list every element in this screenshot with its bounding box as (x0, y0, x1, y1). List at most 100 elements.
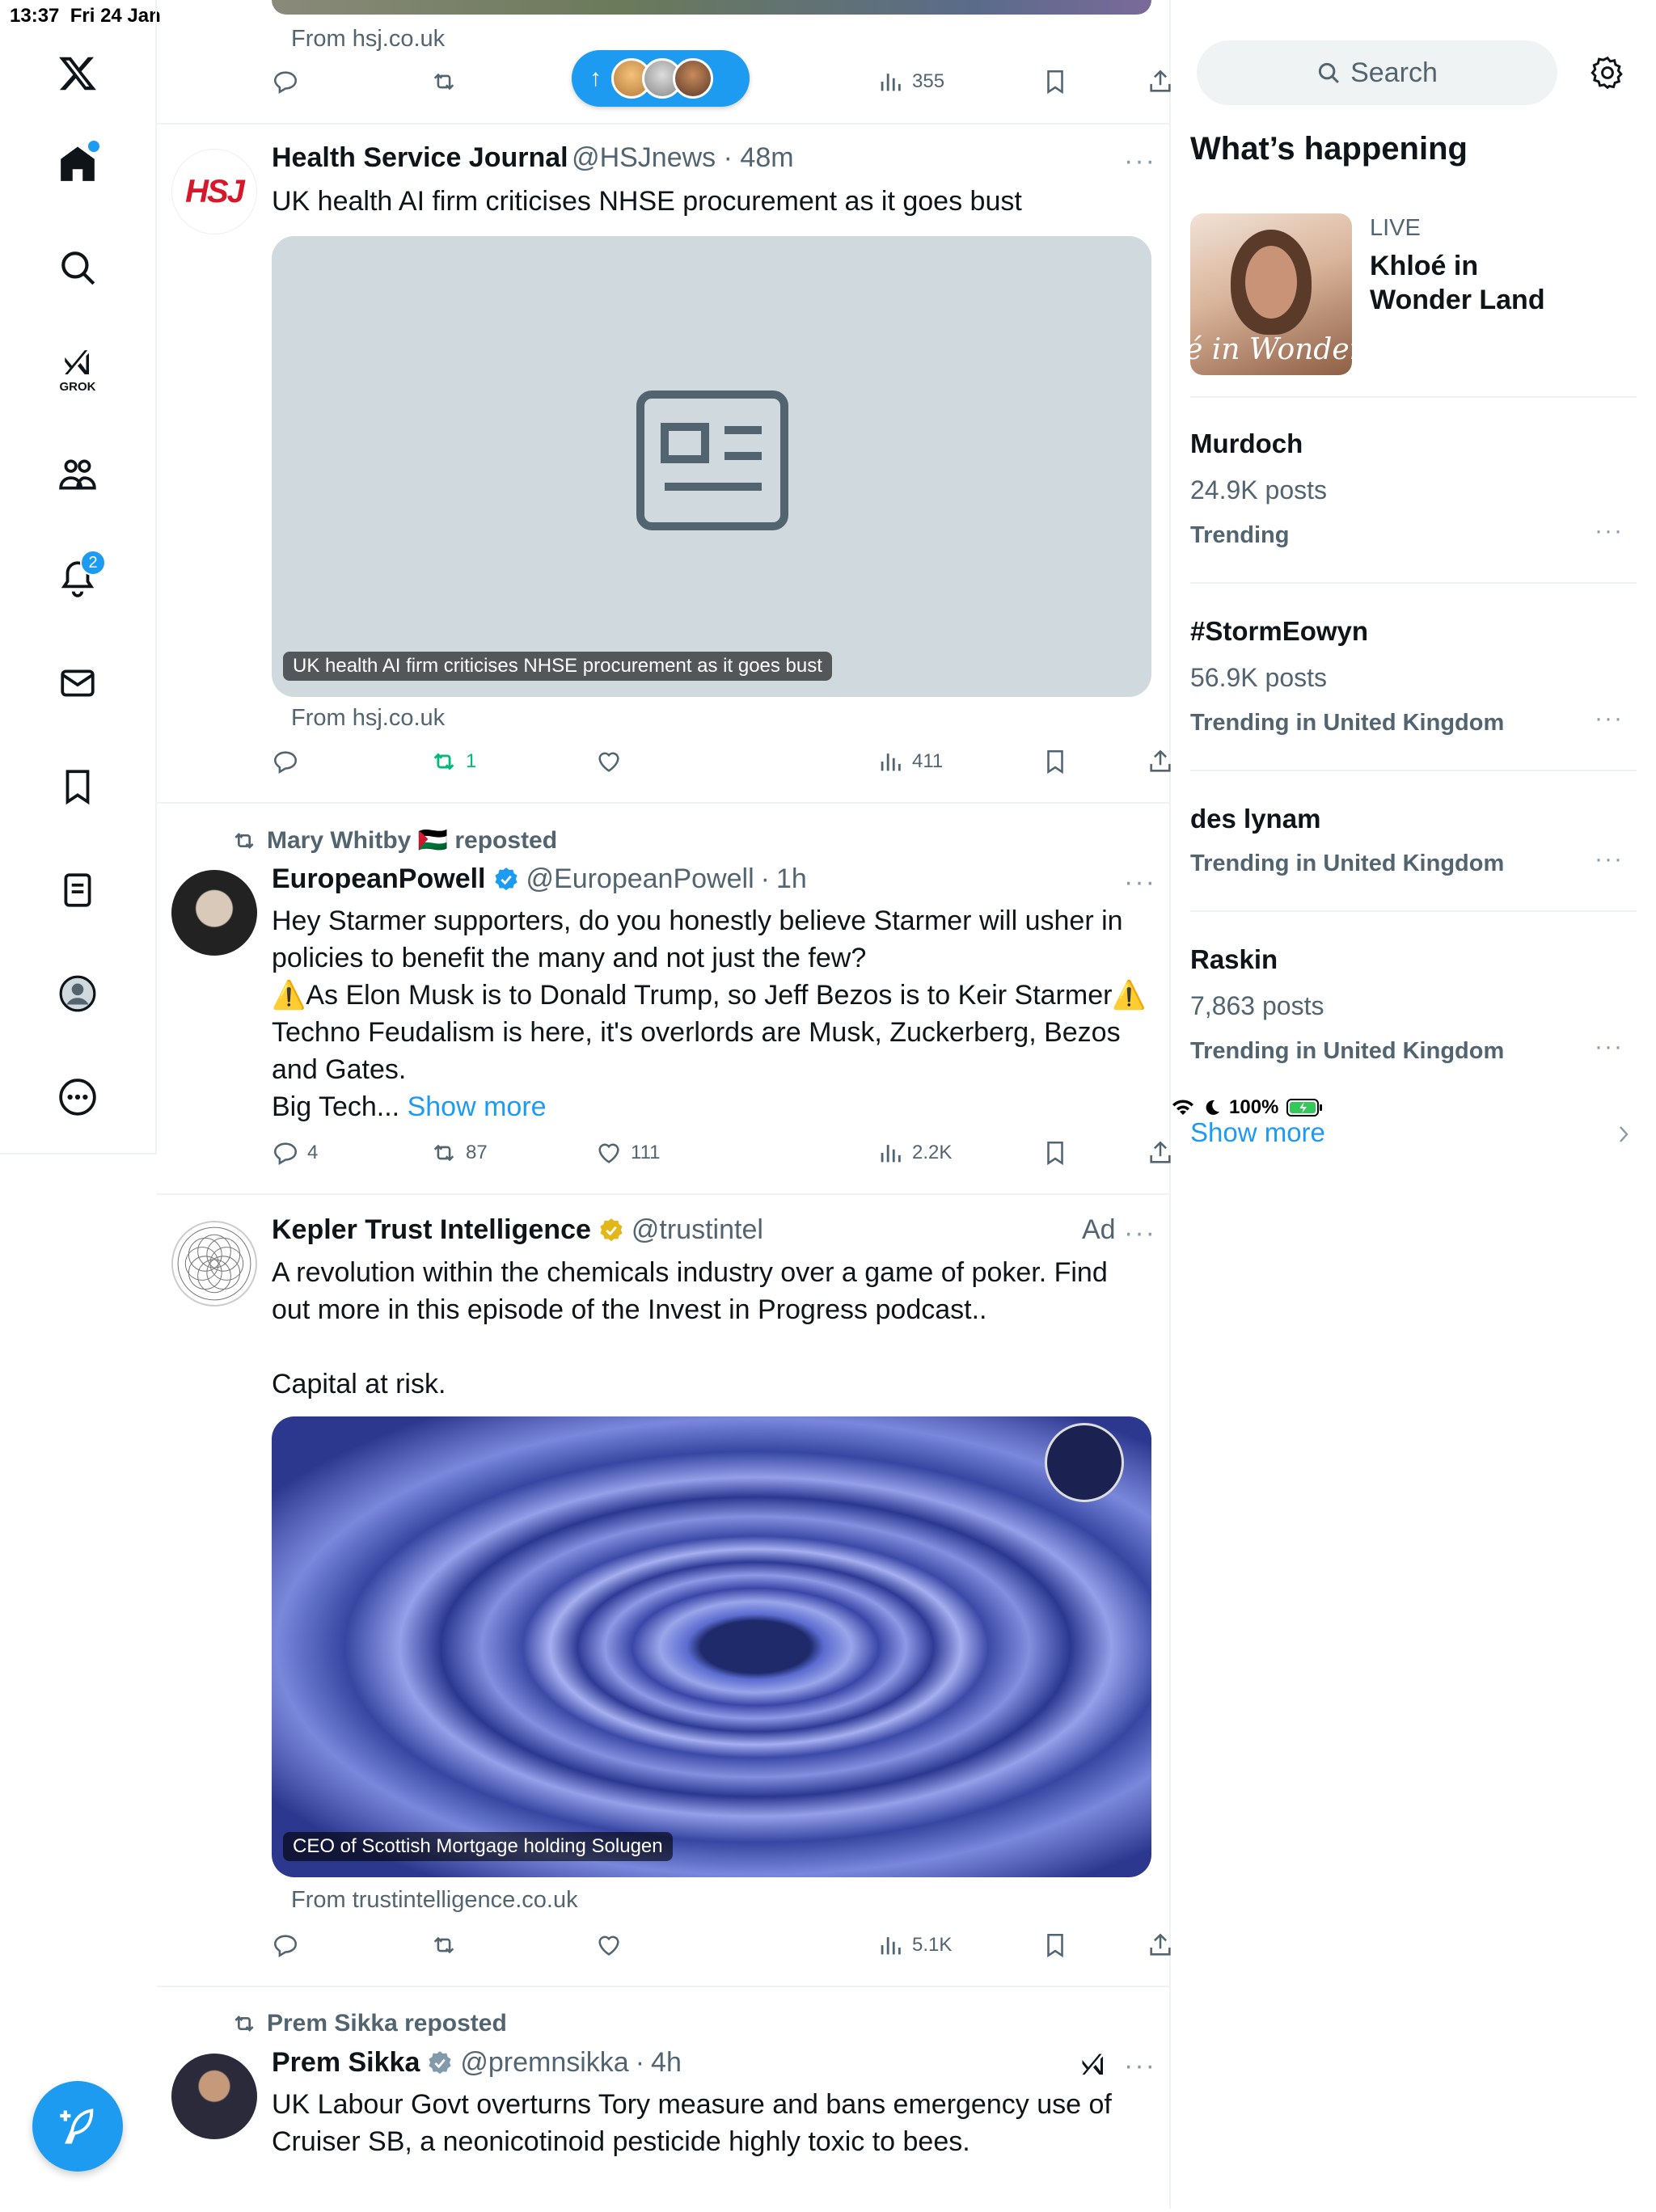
avatar[interactable] (171, 1221, 257, 1307)
trend-name: Raskin (1190, 944, 1278, 974)
post-header: Health Service Journal @HSJnews · 48m (272, 142, 794, 173)
post-source[interactable]: From hsj.co.uk (291, 705, 445, 732)
post-source[interactable]: From hsj.co.uk (291, 26, 445, 53)
right-column: Search What’s happening é in Wonder L LI… (1171, 0, 1656, 2209)
bookmark-icon (1047, 1141, 1063, 1166)
card-caption: CEO of Scottish Mortgage holding Solugen (283, 1832, 673, 1861)
nav-messages[interactable] (46, 652, 109, 715)
show-more-link[interactable]: Show more (408, 1091, 547, 1122)
verified-gold-badge-icon (600, 1218, 623, 1241)
bookmark-button[interactable] (1041, 68, 1069, 95)
show-more-link[interactable]: Show more (1190, 1117, 1325, 1148)
share-button[interactable] (1147, 68, 1174, 95)
bookmark-button[interactable] (1041, 748, 1069, 775)
bookmark-button[interactable] (1041, 1139, 1069, 1167)
nav-notifications[interactable]: 2 (46, 547, 109, 610)
gear-icon[interactable] (1590, 55, 1625, 91)
author-handle[interactable]: @EuropeanPowell (526, 863, 754, 895)
bookmark-icon (1047, 749, 1063, 775)
repost-button[interactable] (430, 68, 458, 95)
post-more-icon[interactable]: ··· (1124, 1218, 1156, 1249)
avatar[interactable] (171, 870, 257, 956)
heart-icon (598, 1936, 619, 1956)
post-source[interactable]: From trustintelligence.co.uk (291, 1887, 578, 1914)
post-more-icon[interactable]: ··· (1124, 146, 1156, 177)
author-name[interactable]: Prem Sikka (272, 2047, 420, 2079)
envelope-icon (61, 669, 95, 697)
post-actions: 5.1K (272, 1931, 1218, 1964)
share-icon (1150, 1933, 1171, 1956)
share-button[interactable] (1147, 748, 1174, 775)
repost-context[interactable]: Mary Whitby 🇵🇸 reposted (231, 826, 557, 855)
share-button[interactable] (1147, 1139, 1174, 1167)
author-name[interactable]: EuropeanPowell (272, 863, 486, 895)
heart-icon (598, 752, 619, 772)
nav-communities[interactable] (46, 443, 109, 506)
ad-image[interactable]: CEO of Scottish Mortgage holding Solugen (272, 1416, 1151, 1877)
repost-label: Prem Sikka reposted (267, 2010, 507, 2037)
trend-more-icon[interactable]: ··· (1595, 517, 1624, 545)
reply-button[interactable]: 4 (272, 1139, 318, 1167)
search-input[interactable]: Search (1197, 40, 1557, 105)
nav-grok[interactable]: GROK (46, 338, 109, 401)
repost-button[interactable]: 1 (430, 748, 476, 775)
x-logo[interactable] (46, 42, 109, 105)
post-time[interactable]: 4h (651, 2047, 682, 2079)
reply-button[interactable] (272, 748, 299, 775)
views-button[interactable]: 411 (877, 748, 943, 775)
author-handle[interactable]: @HSJnews (572, 142, 716, 173)
reply-button[interactable] (272, 68, 299, 95)
trend-more-icon[interactable]: ··· (1595, 705, 1624, 732)
trend-more-icon[interactable]: ··· (1595, 846, 1624, 873)
chevron-right-icon[interactable] (1614, 1122, 1633, 1146)
like-button[interactable]: 111 (595, 1139, 660, 1167)
nav-profile[interactable] (46, 962, 109, 1025)
bookmark-button[interactable] (1041, 1931, 1069, 1959)
author-name[interactable]: Kepler Trust Intelligence (272, 1214, 591, 1246)
post-text-line: UK Labour Govt overturns Tory measure an… (272, 2089, 1112, 2120)
views-button[interactable]: 5.1K (877, 1931, 952, 1959)
live-event-item[interactable]: é in Wonder L LIVE Khloé in Wonder Land (1190, 213, 1637, 375)
avatar[interactable]: HSJ (171, 149, 257, 234)
views-button[interactable]: 355 (877, 68, 944, 95)
live-event-thumbnail: é in Wonder L (1190, 213, 1352, 375)
like-button[interactable] (595, 748, 623, 775)
arrow-up-icon: ↑ (589, 65, 602, 91)
reply-button[interactable] (272, 1931, 299, 1959)
post-header: Kepler Trust Intelligence @trustintel (272, 1214, 763, 1246)
repost-count: 87 (466, 1142, 488, 1163)
compose-post-button[interactable] (32, 2081, 123, 2172)
nav-bookmarks[interactable] (46, 755, 109, 818)
post-more-icon[interactable]: ··· (1124, 867, 1156, 898)
nav-lists[interactable] (46, 859, 109, 922)
chart-icon (881, 74, 901, 91)
post-text-line: ⚠️As Elon Musk is to Donald Trump, so Je… (272, 980, 1147, 1011)
new-posts-pill[interactable]: ↑ (572, 50, 750, 107)
repost-button[interactable] (430, 1931, 458, 1959)
link-card-image[interactable]: UK health AI firm criticises NHSE procur… (272, 236, 1151, 697)
post-more-icon[interactable]: ··· (1124, 2050, 1156, 2082)
views-button[interactable]: 2.2K (877, 1139, 952, 1167)
author-handle[interactable]: @premnsikka (460, 2047, 628, 2079)
communities-icon (59, 459, 96, 490)
home-new-dot (88, 141, 99, 152)
share-button[interactable] (1147, 1931, 1174, 1959)
grok-label: GROK (59, 379, 96, 394)
nav-explore[interactable] (46, 236, 109, 299)
author-name[interactable]: Health Service Journal (272, 142, 568, 173)
repost-context[interactable]: Prem Sikka reposted (231, 2010, 507, 2037)
nav-home[interactable] (46, 133, 109, 196)
views-count: 2.2K (912, 1142, 953, 1163)
post-time[interactable]: 1h (776, 863, 807, 895)
post-text-line: Big Tech... (272, 1091, 400, 1122)
grok-icon[interactable] (1079, 2050, 1108, 2079)
repost-button[interactable]: 87 (430, 1139, 488, 1167)
like-button[interactable] (595, 1931, 623, 1959)
nav-more[interactable] (46, 1066, 109, 1129)
post-time[interactable]: 48m (740, 142, 793, 173)
author-handle[interactable]: @trustintel (632, 1214, 763, 1246)
avatar[interactable] (171, 2054, 257, 2139)
trend-more-icon[interactable]: ··· (1595, 1033, 1624, 1061)
post-header: Prem Sikka @premnsikka · 4h (272, 2047, 682, 2079)
post-actions: 4 87 111 2.2K (272, 1139, 1218, 1171)
